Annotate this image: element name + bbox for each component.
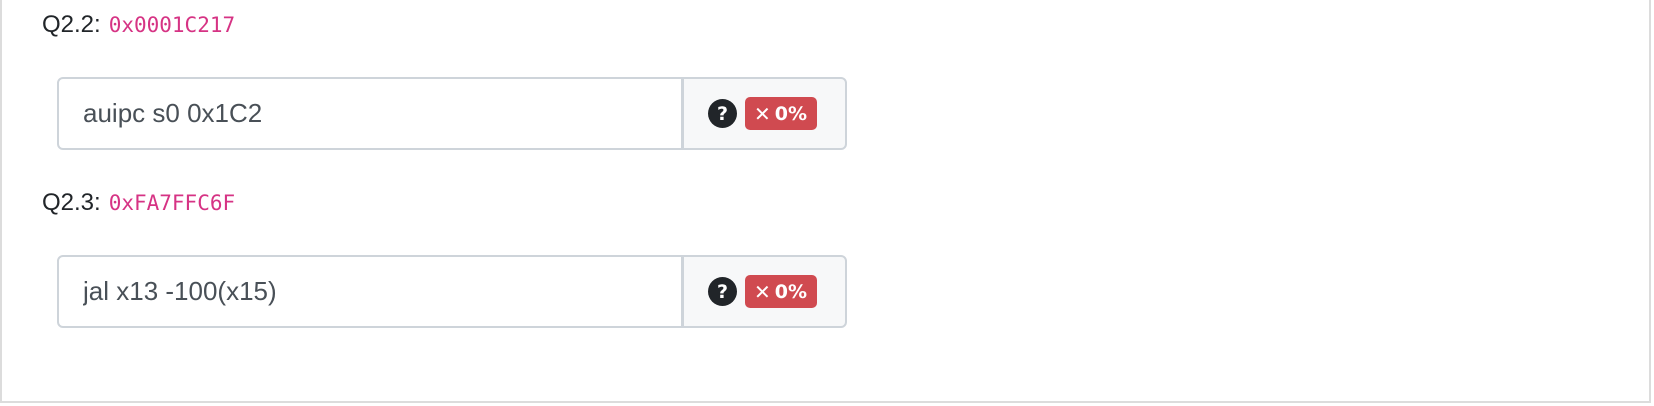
score-value: 0% <box>774 102 808 125</box>
question-2-3-heading: Q2.3: 0xFA7FFC6F <box>42 188 235 218</box>
question-circle-icon[interactable]: ? <box>708 99 737 128</box>
answer-status-addon: ? ✕ 0% <box>683 77 847 150</box>
question-2-2-heading: Q2.2: 0x0001C217 <box>42 10 235 40</box>
instruction-hex-code: 0x0001C217 <box>108 13 236 37</box>
answer-input-group: ? ✕ 0% <box>57 77 847 150</box>
score-value: 0% <box>774 280 808 303</box>
score-badge: ✕ 0% <box>745 275 818 308</box>
x-icon: ✕ <box>754 279 771 304</box>
score-badge: ✕ 0% <box>745 97 818 130</box>
answer-status-addon: ? ✕ 0% <box>683 255 847 328</box>
question-circle-icon[interactable]: ? <box>708 277 737 306</box>
answer-input[interactable] <box>57 77 683 150</box>
question-card: Q2.2: 0x0001C217 ? ✕ 0% Q2.3: 0xFA7FFC6F… <box>0 0 1651 403</box>
answer-input[interactable] <box>57 255 683 328</box>
question-label: Q2.3: <box>42 189 101 216</box>
answer-input-group: ? ✕ 0% <box>57 255 847 328</box>
x-icon: ✕ <box>754 101 771 126</box>
instruction-hex-code: 0xFA7FFC6F <box>108 191 236 215</box>
question-label: Q2.2: <box>42 11 101 38</box>
